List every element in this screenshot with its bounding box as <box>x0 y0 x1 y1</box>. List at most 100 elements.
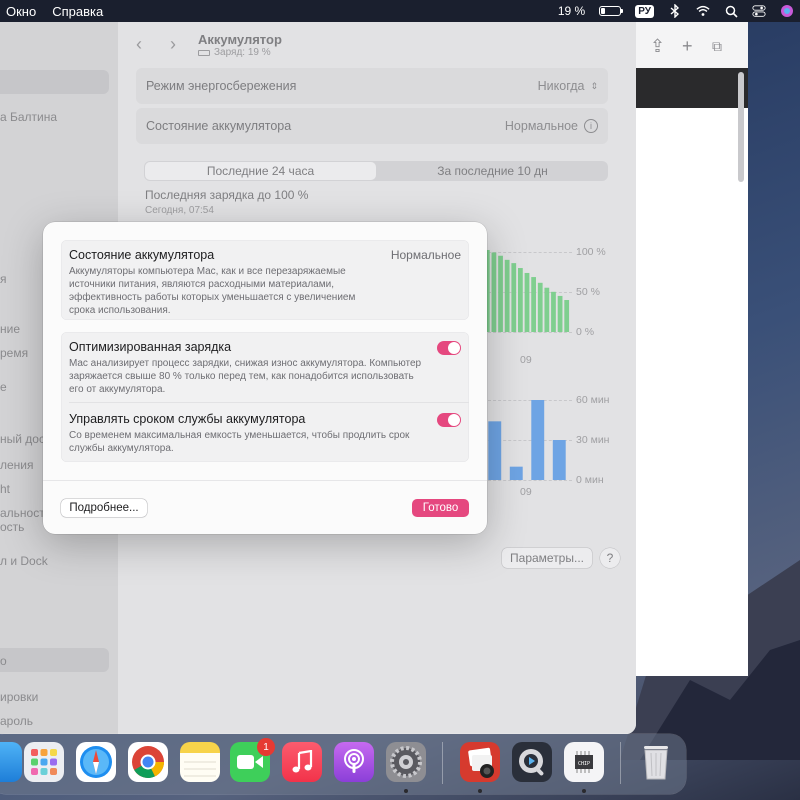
chrome-icon[interactable] <box>128 742 168 782</box>
page-subtitle: Заряд: 19 % <box>198 47 271 58</box>
battery-health-sheet: Состояние аккумулятора Нормальное Аккуму… <box>43 222 487 534</box>
photo-booth-icon[interactable] <box>460 742 500 782</box>
new-tab-icon[interactable]: + <box>682 36 693 57</box>
background-window-scrollbar[interactable] <box>738 72 744 182</box>
share-icon[interactable]: ⇪ <box>650 36 665 57</box>
sidebar-item-dock[interactable]: л и Dock <box>0 554 48 568</box>
back-chevron-icon[interactable]: ‹ <box>136 34 142 55</box>
bluetooth-icon[interactable] <box>668 4 682 18</box>
facetime-notification-badge: 1 <box>257 738 275 756</box>
search-icon[interactable] <box>724 4 738 18</box>
top-y-tick-100: 100 % <box>576 246 606 258</box>
battery-level-bar-8 <box>537 282 543 332</box>
battery-health-row: Состояние аккумулятора Нормальное i <box>136 108 608 144</box>
page-title: Аккумулятор <box>198 32 282 47</box>
sidebar-selected-battery[interactable] <box>0 648 109 672</box>
health-description: Аккумуляторы компьютера Mac, как и все п… <box>69 266 356 316</box>
sidebar-item-lock-screen[interactable]: ировки <box>0 690 38 704</box>
lifespan-block: Управлять сроком службы аккумулятора Со … <box>69 412 439 455</box>
last-charge-title: Последняя зарядка до 100 % <box>145 188 309 202</box>
screen-usage-bar-3 <box>552 440 566 480</box>
sidebar-item-9[interactable]: ость <box>0 520 24 534</box>
battery-level-chart <box>484 250 570 332</box>
finder-icon[interactable] <box>0 742 22 782</box>
menu-help[interactable]: Справка <box>52 4 103 19</box>
dock-separator-trash <box>620 742 621 784</box>
forward-chevron-icon[interactable]: › <box>170 34 176 55</box>
control-center-icon[interactable] <box>752 4 766 18</box>
wifi-icon[interactable] <box>696 4 710 18</box>
battery-small-icon <box>198 49 210 56</box>
battery-level-bar-2 <box>498 255 503 332</box>
menu-bar: Окно Справка 19 % РУ <box>0 0 800 22</box>
dock-separator <box>442 742 443 784</box>
sidebar-item-battery[interactable]: о <box>0 654 7 668</box>
learn-more-button[interactable]: Подробнее... <box>61 499 147 517</box>
running-indicator-system-info <box>582 789 586 793</box>
svg-text:CHIP: CHIP <box>578 761 590 767</box>
sidebar-item-1[interactable]: я <box>0 272 7 286</box>
optimized-charging-title: Оптимизированная зарядка <box>69 340 232 354</box>
sidebar-item-7[interactable]: ht <box>0 482 10 496</box>
top-y-tick-50: 50 % <box>576 286 600 298</box>
battery-level-bar-10 <box>551 291 556 332</box>
trash-icon[interactable] <box>636 742 676 782</box>
launchpad-icon[interactable] <box>24 742 64 782</box>
battery-level-bar-3 <box>504 259 510 332</box>
info-icon[interactable]: i <box>584 119 598 133</box>
parameters-button[interactable]: Параметры... <box>502 548 592 568</box>
siri-icon[interactable] <box>780 4 794 18</box>
top-y-tick-0: 0 % <box>576 326 595 338</box>
charging-options-card: Оптимизированная зарядка Mac анализирует… <box>61 332 469 462</box>
battery-level-bar-4 <box>511 263 517 332</box>
sidebar-item-6[interactable]: ления <box>0 458 34 472</box>
notes-icon[interactable] <box>180 742 220 782</box>
bottom-y-tick-0: 0 мин <box>576 474 604 486</box>
music-icon[interactable] <box>282 742 322 782</box>
last-charge-time: Сегодня, 07:54 <box>145 205 214 216</box>
sidebar-item-3[interactable]: ремя <box>0 346 28 360</box>
tabs-overview-icon[interactable]: ⧉ <box>712 38 722 55</box>
energy-mode-select[interactable]: Никогда ⇕ <box>538 79 598 93</box>
system-settings-icon[interactable] <box>386 742 426 782</box>
sidebar-item-account[interactable]: а Балтина <box>0 110 57 124</box>
tab-last-10-days[interactable]: За последние 10 дн <box>377 161 608 181</box>
sidebar-item-2[interactable]: ние <box>0 322 20 336</box>
lifespan-toggle[interactable] <box>437 413 461 427</box>
sidebar-item-5[interactable]: ный дос <box>0 432 45 446</box>
battery-level-bar-11 <box>557 295 563 332</box>
screen-usage-bar-1 <box>509 466 523 480</box>
battery-level-bar-1 <box>491 252 497 332</box>
battery-icon[interactable] <box>599 6 624 16</box>
running-indicator-settings <box>404 789 408 793</box>
system-information-icon[interactable]: CHIP <box>564 742 604 782</box>
menu-window[interactable]: Окно <box>6 4 36 19</box>
sidebar-item-password[interactable]: ароль <box>0 714 33 728</box>
sidebar-item-4[interactable]: е <box>0 380 7 394</box>
battery-level-bar-12 <box>564 300 570 332</box>
done-button[interactable]: Готово <box>412 499 469 517</box>
battery-level-bar-5 <box>518 268 523 332</box>
podcasts-icon[interactable] <box>334 742 374 782</box>
tab-last-24-hours[interactable]: Последние 24 часа <box>145 162 376 180</box>
sheet-footer-divider <box>43 480 487 481</box>
top-x-tick: 09 <box>520 354 532 366</box>
battery-level-bar-7 <box>531 277 536 332</box>
background-window-header <box>636 68 748 108</box>
help-button[interactable]: ? <box>600 548 620 568</box>
battery-health-label: Состояние аккумулятора <box>146 119 292 133</box>
optimized-charging-toggle[interactable] <box>437 341 461 355</box>
input-language-indicator[interactable]: РУ <box>635 4 654 18</box>
optimized-charging-description: Mac анализирует процесс зарядки, снижая … <box>69 358 422 395</box>
screen-usage-bar-0 <box>488 421 502 480</box>
sidebar-item-8[interactable]: альност <box>0 506 45 520</box>
energy-mode-row: Режим энергосбережения Никогда ⇕ <box>136 68 608 104</box>
updown-chevron-icon: ⇕ <box>590 80 598 91</box>
sidebar-selected-user[interactable] <box>0 70 109 94</box>
screen-usage-bar-2 <box>531 400 545 480</box>
quicktime-icon[interactable] <box>512 742 552 782</box>
health-value: Нормальное <box>390 248 461 262</box>
safari-icon[interactable] <box>76 742 116 782</box>
health-card: Состояние аккумулятора Нормальное Аккуму… <box>61 240 469 320</box>
bottom-y-tick-30: 30 мин <box>576 434 610 446</box>
